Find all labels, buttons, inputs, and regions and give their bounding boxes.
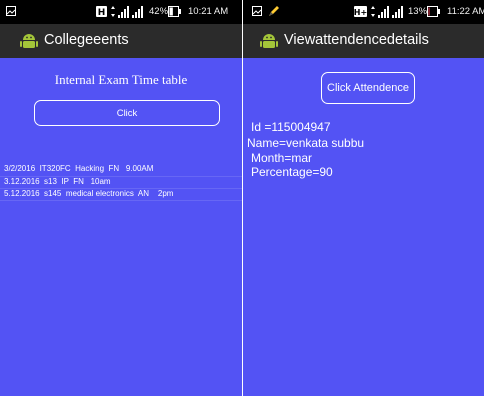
gallery-icon [6,6,16,16]
svg-text:H: H [98,8,106,17]
clock: 10:21 AM [188,6,229,17]
battery-percent: 13% [408,6,428,17]
timetable-content: Internal Exam Time table Click 3/2/2016 … [0,58,242,396]
signal-icon [132,6,143,18]
android-logo-icon [260,34,278,48]
gallery-icon [252,6,262,16]
attendance-content: Click Attendence Id =115004947 Name=venk… [243,58,484,396]
clock: 11:22 AM [447,6,484,17]
edit-icon [269,6,279,16]
app-title: Collegeeents [44,32,129,48]
timetable-row: 3/2/2016 IT320FC Hacking FN 9.00AM [4,164,154,173]
app-bar: Collegeeents [0,24,242,58]
timetable-row: 3.12.2016 s13 IP FN 10am [4,177,111,186]
attendance-percentage: Percentage=90 [251,165,333,179]
click-attendance-button[interactable]: Click Attendence [321,72,415,104]
app-title: Viewattendencedetails [284,32,429,48]
status-bar: H 42% 10:21 AM [0,0,242,24]
click-button[interactable]: Click [34,100,220,126]
signal-icon [378,6,389,18]
svg-text:H+: H+ [354,8,367,17]
attendance-month: Month=mar [251,151,313,165]
data-transfer-icon [371,6,375,17]
sim-card-icon: H+ [354,6,367,17]
student-id: Id =115004947 [251,120,331,134]
android-logo-icon [20,34,38,48]
signal-icon [118,6,129,18]
signal-icon [392,6,403,18]
data-transfer-icon [111,6,115,17]
left-phone-screen: H 42% 10:21 AM Collegeeents Internal Exa… [0,0,242,396]
battery-percent: 42% [149,6,169,17]
battery-icon [427,6,440,17]
app-bar: Viewattendencedetails [243,24,484,58]
right-phone-screen: H+ 13% 11:22 AM Viewattendencedetails Cl… [243,0,484,396]
timetable-row: 5.12.2016 s145 medical electronics AN 2p… [4,189,174,198]
battery-icon [168,6,181,17]
sim-card-icon: H [96,6,107,17]
student-name: Name=venkata subbu [247,136,365,150]
row-divider [0,200,242,201]
status-bar: H+ 13% 11:22 AM [243,0,484,24]
timetable-heading: Internal Exam Time table [54,72,188,87]
